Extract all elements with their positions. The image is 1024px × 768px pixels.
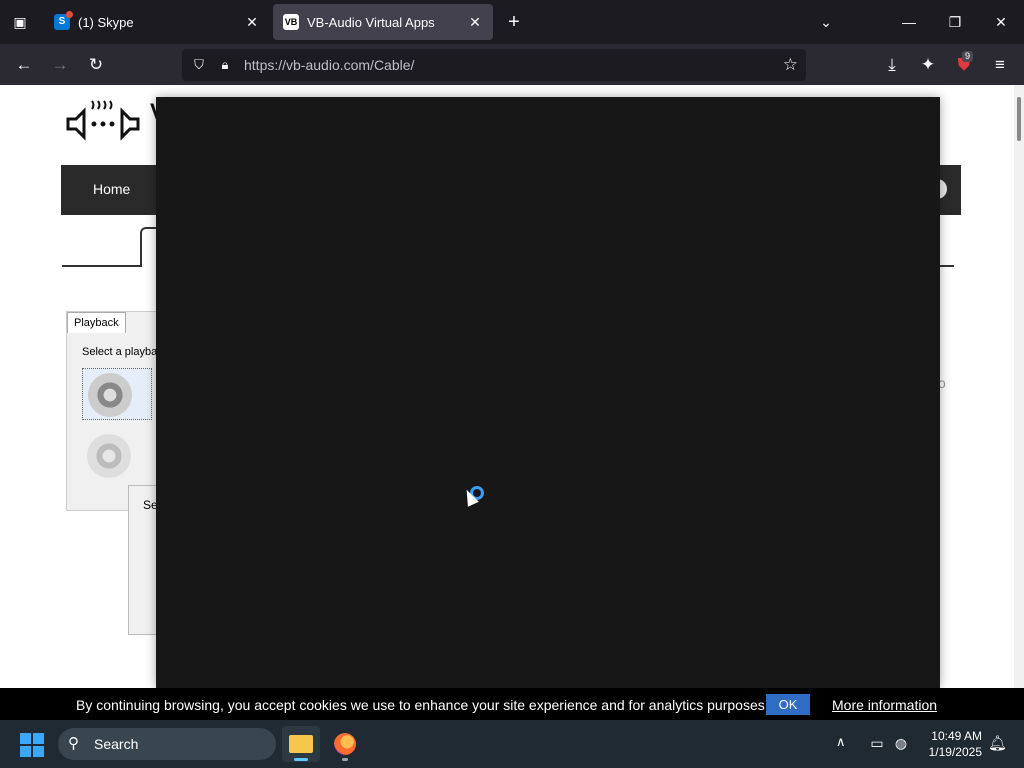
cookie-consent-bar: By continuing browsing, you accept cooki… <box>0 688 1024 720</box>
close-icon[interactable]: ✕ <box>244 14 260 31</box>
shield-icon[interactable]: ⛉ <box>190 56 208 74</box>
loading-modal[interactable] <box>156 97 940 688</box>
menu-home-link[interactable]: Home <box>93 181 130 197</box>
url-text[interactable]: https://vb-audio.com/Cable/ <box>244 57 414 73</box>
back-button[interactable]: ← <box>12 53 36 77</box>
windows-start-icon[interactable] <box>20 733 44 757</box>
extension-badge: 9 <box>962 51 974 62</box>
minimize-button[interactable]: — <box>894 8 924 36</box>
bookmark-star-icon[interactable]: ☆ <box>783 55 798 75</box>
file-explorer-button[interactable] <box>282 726 320 762</box>
close-window-button[interactable]: ✕ <box>986 8 1016 36</box>
tab-overview-icon[interactable]: ▣ <box>10 12 30 32</box>
chevron-down-icon[interactable]: ⌄ <box>814 10 838 34</box>
network-icon[interactable]: ◍ <box>892 734 910 752</box>
skype-icon: S <box>54 11 73 30</box>
cookie-ok-button[interactable]: OK <box>766 694 810 715</box>
web-page: V r' Home Playback Select a playba Se o … <box>0 85 1024 688</box>
speaker-icon <box>87 434 131 478</box>
monitor-icon[interactable]: ▭ <box>868 734 886 752</box>
active-indicator <box>294 758 308 761</box>
hamburger-menu-icon[interactable]: ≡ <box>988 53 1012 77</box>
search-label: Search <box>94 736 139 752</box>
clock-time: 10:49 AM <box>931 729 982 743</box>
tab-vb-audio[interactable]: VB VB-Audio Virtual Apps ✕ <box>273 4 493 40</box>
chevron-up-icon[interactable]: ∧ <box>836 734 846 750</box>
tab-title: (1) Skype <box>78 14 134 30</box>
device-item <box>82 430 152 482</box>
lock-icon[interactable]: 🔒︎ <box>216 56 234 74</box>
page-scrollbar[interactable] <box>1014 85 1024 688</box>
downloads-icon[interactable]: ⤓ <box>880 53 904 77</box>
firefox-icon <box>334 733 356 755</box>
forward-button[interactable]: → <box>48 53 72 77</box>
running-indicator <box>342 758 348 761</box>
more-information-link[interactable]: More information <box>832 697 937 713</box>
firefox-button[interactable] <box>326 726 364 762</box>
scrollbar-thumb[interactable] <box>1017 97 1021 141</box>
tab-title: VB-Audio Virtual Apps <box>307 14 435 30</box>
close-icon[interactable]: ✕ <box>467 14 483 31</box>
taskbar: ⚲ Search ∧ ▭ ◍ 10:49 AM 1/19/2025 🔔︎ <box>0 720 1024 768</box>
folder-icon <box>289 735 313 753</box>
taskbar-search[interactable]: ⚲ Search <box>58 728 276 760</box>
restore-button[interactable]: ❐ <box>940 8 970 36</box>
clock[interactable]: 10:49 AM 1/19/2025 <box>922 728 982 760</box>
extensions-icon[interactable]: ✦ <box>916 53 940 77</box>
clock-date: 1/19/2025 <box>928 745 982 759</box>
bell-icon[interactable]: 🔔︎ <box>988 734 1007 752</box>
device-item <box>82 368 152 420</box>
playback-tab: Playback <box>67 312 126 333</box>
browser-tab-bar: ▣ S (1) Skype ✕ VB VB-Audio Virtual Apps… <box>0 0 1024 44</box>
divider <box>62 265 140 267</box>
instruction-text: Select a playba <box>82 346 158 358</box>
browser-nav-bar: ← → ↻ ⛉ 🔒︎ https://vb-audio.com/Cable/ ☆… <box>0 44 1024 85</box>
search-icon: ⚲ <box>68 735 79 752</box>
vb-audio-icon: VB <box>283 14 299 30</box>
cookie-message: By continuing browsing, you accept cooki… <box>76 697 769 713</box>
new-tab-button[interactable]: + <box>502 10 526 34</box>
tab-skype[interactable]: S (1) Skype ✕ <box>44 4 270 40</box>
reload-button[interactable]: ↻ <box>84 53 108 77</box>
vb-audio-logo <box>66 100 140 141</box>
address-bar[interactable]: ⛉ 🔒︎ https://vb-audio.com/Cable/ ☆ <box>182 49 806 81</box>
divider <box>940 265 954 267</box>
sound-dialog-screenshot: Playback Select a playba <box>66 311 160 511</box>
speaker-icon <box>88 373 132 417</box>
